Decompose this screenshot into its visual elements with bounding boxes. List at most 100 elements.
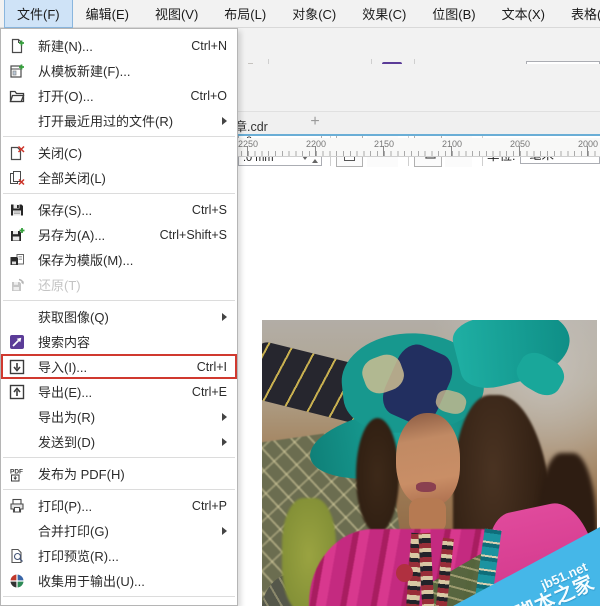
menu-item-label: 获取图像(Q) <box>38 307 222 326</box>
menu-item-new-from-template[interactable]: 从模板新建(F)... <box>1 58 237 83</box>
menu-separator <box>3 489 235 490</box>
collect-for-output-icon <box>9 573 29 589</box>
menu-item-export-for[interactable]: 导出为(R) <box>1 404 237 429</box>
submenu-arrow-icon <box>222 313 231 321</box>
menu-item-label: 发布为 PDF(H) <box>38 464 232 483</box>
search-content-icon <box>9 334 29 350</box>
menu-item-merge-print[interactable]: 合并打印(G) <box>1 518 237 543</box>
menubar-file[interactable]: 文件(F) <box>4 0 73 28</box>
menu-item-revert[interactable]: 还原(T) <box>1 272 237 297</box>
menu-item-search-content[interactable]: 搜索内容 <box>1 329 237 354</box>
print-icon <box>9 498 29 514</box>
menu-item-label: 还原(T) <box>38 275 232 294</box>
menu-item-new[interactable]: 新建(N)... Ctrl+N <box>1 33 237 58</box>
menu-item-close-all[interactable]: 全部关闭(L) <box>1 165 237 190</box>
menu-item-label: 导出为(R) <box>38 407 222 426</box>
menu-item-export[interactable]: 导出(E)... Ctrl+E <box>1 379 237 404</box>
menu-item-print-preview[interactable]: 打印预览(R)... <box>1 543 237 568</box>
ruler-mark: 2250 <box>238 139 258 149</box>
close-all-icon <box>9 170 29 186</box>
menu-item-label: 收集用于输出(U)... <box>38 571 232 590</box>
menu-item-shortcut: Ctrl+I <box>197 360 227 374</box>
menu-item-shortcut: Ctrl+N <box>191 39 227 53</box>
menu-item-label: 搜索内容 <box>38 332 232 351</box>
menu-item-label: 保存为模版(M)... <box>38 250 232 269</box>
save-icon <box>9 202 29 218</box>
no-icon <box>9 434 29 450</box>
menu-item-label: 合并打印(G) <box>38 521 222 540</box>
menu-separator <box>3 300 235 301</box>
menu-item-open-recent[interactable]: 打开最近用过的文件(R) <box>1 108 237 133</box>
menu-item-shortcut: Ctrl+Shift+S <box>160 228 227 242</box>
svg-text:PDF: PDF <box>10 468 23 475</box>
ruler-mark: 2050 <box>510 139 530 149</box>
print-preview-icon <box>9 548 29 564</box>
menu-item-label: 打开(O)... <box>38 86 191 105</box>
menu-item-label: 打印(P)... <box>38 496 192 515</box>
menu-item-label: 另存为(A)... <box>38 225 160 244</box>
spinner-arrows[interactable] <box>302 156 318 163</box>
submenu-arrow-icon <box>222 527 231 535</box>
menu-item-open[interactable]: 打开(O)... Ctrl+O <box>1 83 237 108</box>
new-from-template-icon <box>9 63 29 79</box>
menu-item-label: 全部关闭(L) <box>38 168 232 187</box>
ruler-mark: 2200 <box>306 139 326 149</box>
menu-item-send-to[interactable]: 发送到(D) <box>1 429 237 454</box>
menubar-effects[interactable]: 效果(C) <box>349 0 419 28</box>
menubar-edit[interactable]: 编辑(E) <box>73 0 142 28</box>
menu-separator <box>3 457 235 458</box>
menu-item-label: 打开最近用过的文件(R) <box>38 111 222 130</box>
menubar-text[interactable]: 文本(X) <box>489 0 558 28</box>
menu-item-collect-for-output[interactable]: 收集用于输出(U)... <box>1 568 237 593</box>
menu-separator <box>3 193 235 194</box>
menu-item-close[interactable]: 关闭(C) <box>1 140 237 165</box>
menu-item-save-as[interactable]: 另存为(A)... Ctrl+Shift+S <box>1 222 237 247</box>
close-document-icon <box>9 145 29 161</box>
spin-up-icon[interactable] <box>312 156 318 163</box>
menu-separator <box>3 136 235 137</box>
save-as-template-icon <box>9 252 29 268</box>
file-menu-dropdown: 新建(N)... Ctrl+N 从模板新建(F)... 打开(O)... Ctr… <box>0 28 238 606</box>
photo-bead <box>396 564 413 582</box>
import-icon <box>9 359 29 375</box>
menu-item-save[interactable]: 保存(S)... Ctrl+S <box>1 197 237 222</box>
photo-neck <box>409 498 446 534</box>
menu-item-shortcut: Ctrl+O <box>191 89 227 103</box>
no-icon <box>9 523 29 539</box>
menubar-object[interactable]: 对象(C) <box>279 0 349 28</box>
menu-separator <box>3 596 235 597</box>
coreldraw-window: jb51.net 脚本之家 PDF 32% <box>0 0 600 606</box>
menubar-bitmaps[interactable]: 位图(B) <box>419 0 488 28</box>
ruler-mark: 2150 <box>374 139 394 149</box>
menubar-layout[interactable]: 布局(L) <box>211 0 279 28</box>
revert-icon <box>9 277 29 293</box>
open-folder-icon <box>9 88 29 104</box>
menu-item-save-as-template[interactable]: 保存为模版(M)... <box>1 247 237 272</box>
submenu-arrow-icon <box>222 438 231 446</box>
ruler-major-ticks <box>247 146 600 156</box>
menu-item-label: 新建(N)... <box>38 36 191 55</box>
menu-item-shortcut: Ctrl+E <box>192 385 227 399</box>
menu-item-print[interactable]: 打印(P)... Ctrl+P <box>1 493 237 518</box>
save-as-icon <box>9 227 29 243</box>
new-page-button[interactable]: + <box>306 113 324 131</box>
menubar-table[interactable]: 表格(T) <box>558 0 600 28</box>
no-icon <box>9 113 29 129</box>
new-document-icon <box>9 38 29 54</box>
menubar-view[interactable]: 视图(V) <box>142 0 211 28</box>
menu-item-import[interactable]: 导入(I)... Ctrl+I <box>1 354 237 379</box>
menu-item-publish-pdf[interactable]: PDF 发布为 PDF(H) <box>1 461 237 486</box>
pdf-icon: PDF <box>9 466 29 482</box>
no-icon <box>9 309 29 325</box>
photo-lips <box>416 482 436 492</box>
menu-item-acquire-image[interactable]: 获取图像(Q) <box>1 304 237 329</box>
menu-item-label: 发送到(D) <box>38 432 222 451</box>
menu-bar: 文件(F) 编辑(E) 视图(V) 布局(L) 对象(C) 效果(C) 位图(B… <box>0 0 600 28</box>
menu-item-label: 打印预览(R)... <box>38 546 232 565</box>
spin-down-icon[interactable] <box>302 156 308 163</box>
menu-item-label: 关闭(C) <box>38 143 232 162</box>
photo-face <box>396 413 460 506</box>
menu-item-label: 保存(S)... <box>38 200 192 219</box>
photo-hair-left <box>356 418 400 533</box>
ruler-mark: 2100 <box>442 139 462 149</box>
